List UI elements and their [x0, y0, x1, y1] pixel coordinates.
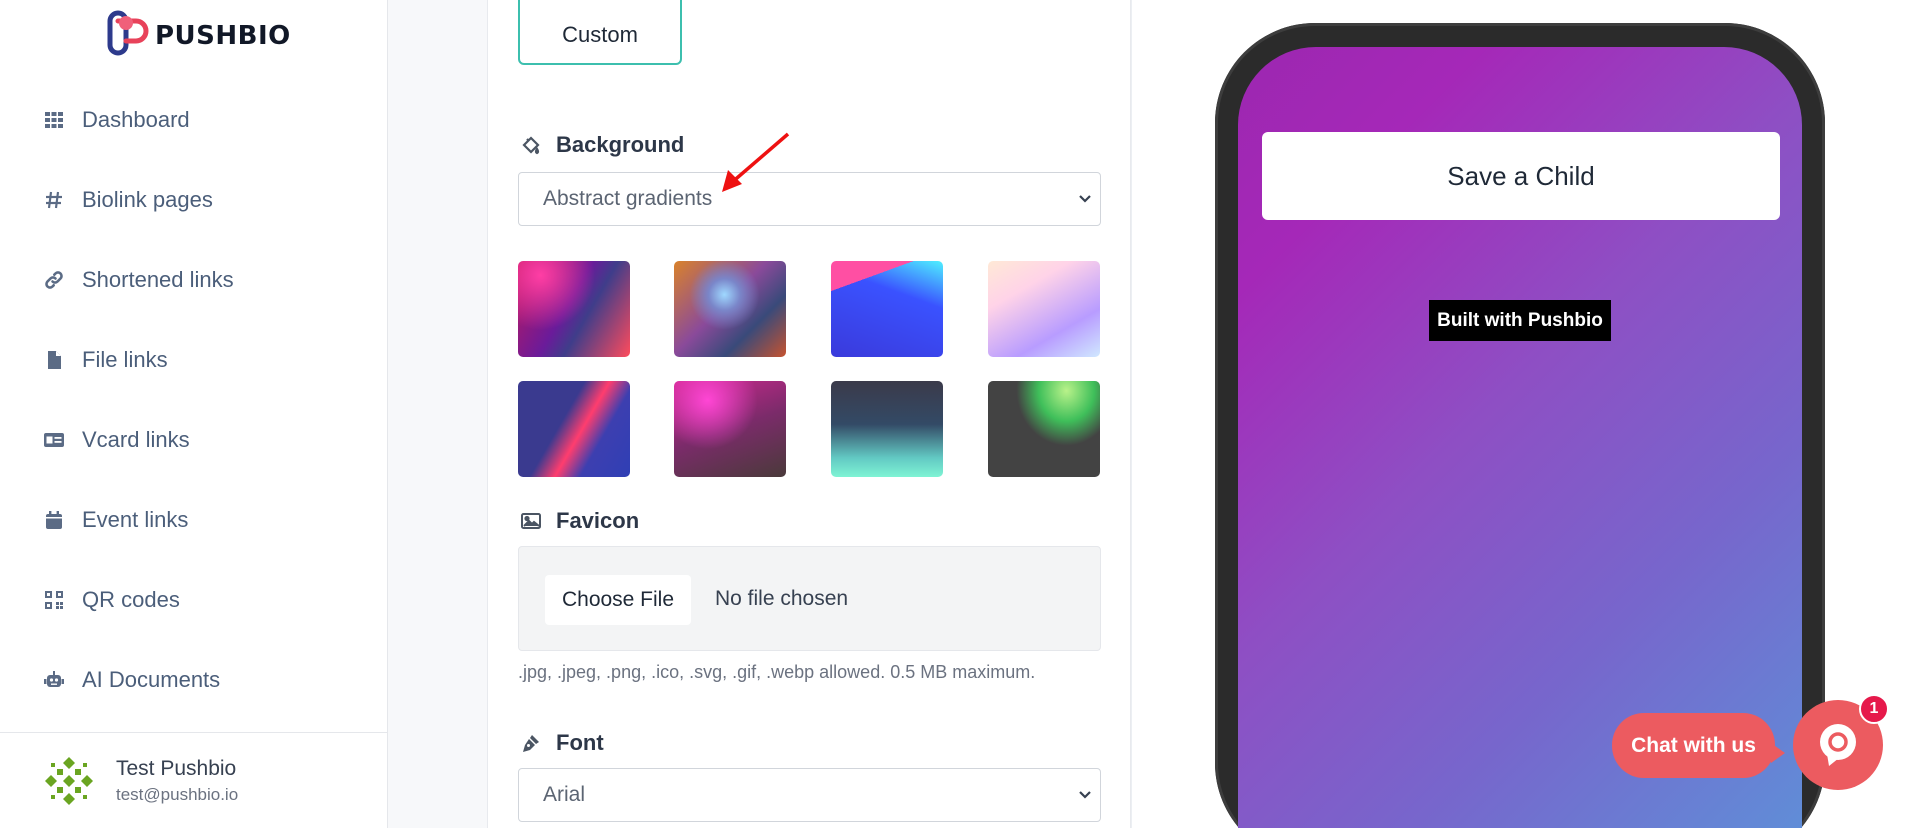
hash-icon: [44, 190, 64, 210]
favicon-hint: .jpg, .jpeg, .png, .ico, .svg, .gif, .we…: [518, 662, 1036, 682]
content-gutter: [388, 0, 487, 828]
favicon-label-text: Favicon: [556, 508, 640, 533]
gradient-thumbnail-8[interactable]: [988, 381, 1100, 477]
sidebar-item-vcard-links[interactable]: Vcard links: [0, 400, 388, 480]
custom-theme-button[interactable]: Custom: [518, 0, 682, 65]
sidebar-item-label: Shortened links: [82, 267, 234, 292]
gradient-thumbnail-6[interactable]: [674, 381, 786, 477]
annotation-arrow-icon: [722, 132, 790, 192]
pushbio-logo-icon: [107, 10, 149, 56]
calendar-icon: [44, 510, 64, 530]
chevron-down-icon: [1079, 195, 1091, 203]
user-info: Test Pushbio test@pushbio.io: [116, 757, 238, 805]
gradient-thumbnail-1[interactable]: [518, 261, 630, 357]
user-email: test@pushbio.io: [116, 784, 239, 804]
user-name: Test Pushbio: [116, 756, 237, 780]
file-status: No file chosen: [715, 587, 849, 610]
favicon-file-input[interactable]: Choose File No file chosen: [518, 546, 1101, 651]
sidebar-item-shortened-links[interactable]: Shortened links: [0, 240, 388, 320]
background-label: Background: [520, 132, 684, 158]
sidebar-item-dashboard[interactable]: Dashboard: [0, 80, 388, 160]
background-label-text: Background: [556, 132, 685, 157]
favicon-label: Favicon: [520, 508, 639, 534]
id-card-icon: [44, 430, 64, 450]
sidebar-item-label: AI Documents: [82, 667, 221, 692]
pen-nib-icon: [520, 732, 542, 754]
sidebar-item-label: Dashboard: [82, 107, 190, 132]
avatar: [42, 753, 96, 808]
link-icon: [44, 270, 64, 290]
choose-file-button[interactable]: Choose File: [545, 575, 691, 625]
sidebar-item-label: File links: [82, 347, 168, 372]
paint-bucket-icon: [520, 134, 542, 156]
sidebar-item-qr-codes[interactable]: QR codes: [0, 560, 388, 640]
grid-icon: [44, 110, 64, 130]
font-label: Font: [520, 730, 604, 756]
chat-with-us-button[interactable]: Chat with us: [1612, 713, 1785, 778]
brand-logo[interactable]: PUSHBIO: [107, 9, 291, 59]
chevron-down-icon: [1079, 791, 1091, 799]
gradient-thumbnail-7[interactable]: [831, 381, 943, 477]
file-icon: [44, 350, 64, 370]
sidebar-item-ai-documents[interactable]: AI Documents: [0, 640, 388, 720]
gradient-thumbnail-2[interactable]: [674, 261, 786, 357]
sidebar: PUSHBIO Dashboard Biolink pages Shortene…: [0, 0, 388, 828]
user-profile[interactable]: Test Pushbio test@pushbio.io: [0, 732, 388, 828]
gradient-thumbnail-4[interactable]: [988, 261, 1100, 357]
sidebar-item-label: Event links: [82, 507, 189, 532]
preview-link-button[interactable]: Save a Child: [1262, 132, 1780, 220]
image-icon: [520, 510, 542, 532]
sidebar-item-biolink-pages[interactable]: Biolink pages: [0, 160, 388, 240]
background-select[interactable]: Abstract gradients: [518, 172, 1101, 226]
sidebar-item-label: Biolink pages: [82, 187, 213, 212]
sidebar-item-label: Vcard links: [82, 427, 190, 452]
sidebar-item-event-links[interactable]: Event links: [0, 480, 388, 560]
sidebar-nav: Dashboard Biolink pages Shortened links …: [0, 80, 388, 720]
font-select[interactable]: Arial: [518, 768, 1101, 822]
sidebar-item-file-links[interactable]: File links: [0, 320, 388, 400]
chat-notification-badge: 1: [1859, 694, 1889, 724]
background-select-value: Abstract gradients: [543, 187, 713, 210]
font-label-text: Font: [556, 730, 604, 755]
brand-name: PUSHBIO: [155, 21, 291, 51]
qrcode-icon: [44, 590, 64, 610]
built-with-badge[interactable]: Built with Pushbio: [1429, 300, 1611, 341]
sidebar-item-label: QR codes: [82, 587, 180, 612]
font-select-value: Arial: [543, 783, 586, 806]
gradient-thumbnail-3[interactable]: [831, 261, 943, 357]
gradient-thumbnail-5[interactable]: [518, 381, 630, 477]
robot-icon: [44, 670, 64, 690]
chat-bubble-icon: [1820, 724, 1856, 766]
